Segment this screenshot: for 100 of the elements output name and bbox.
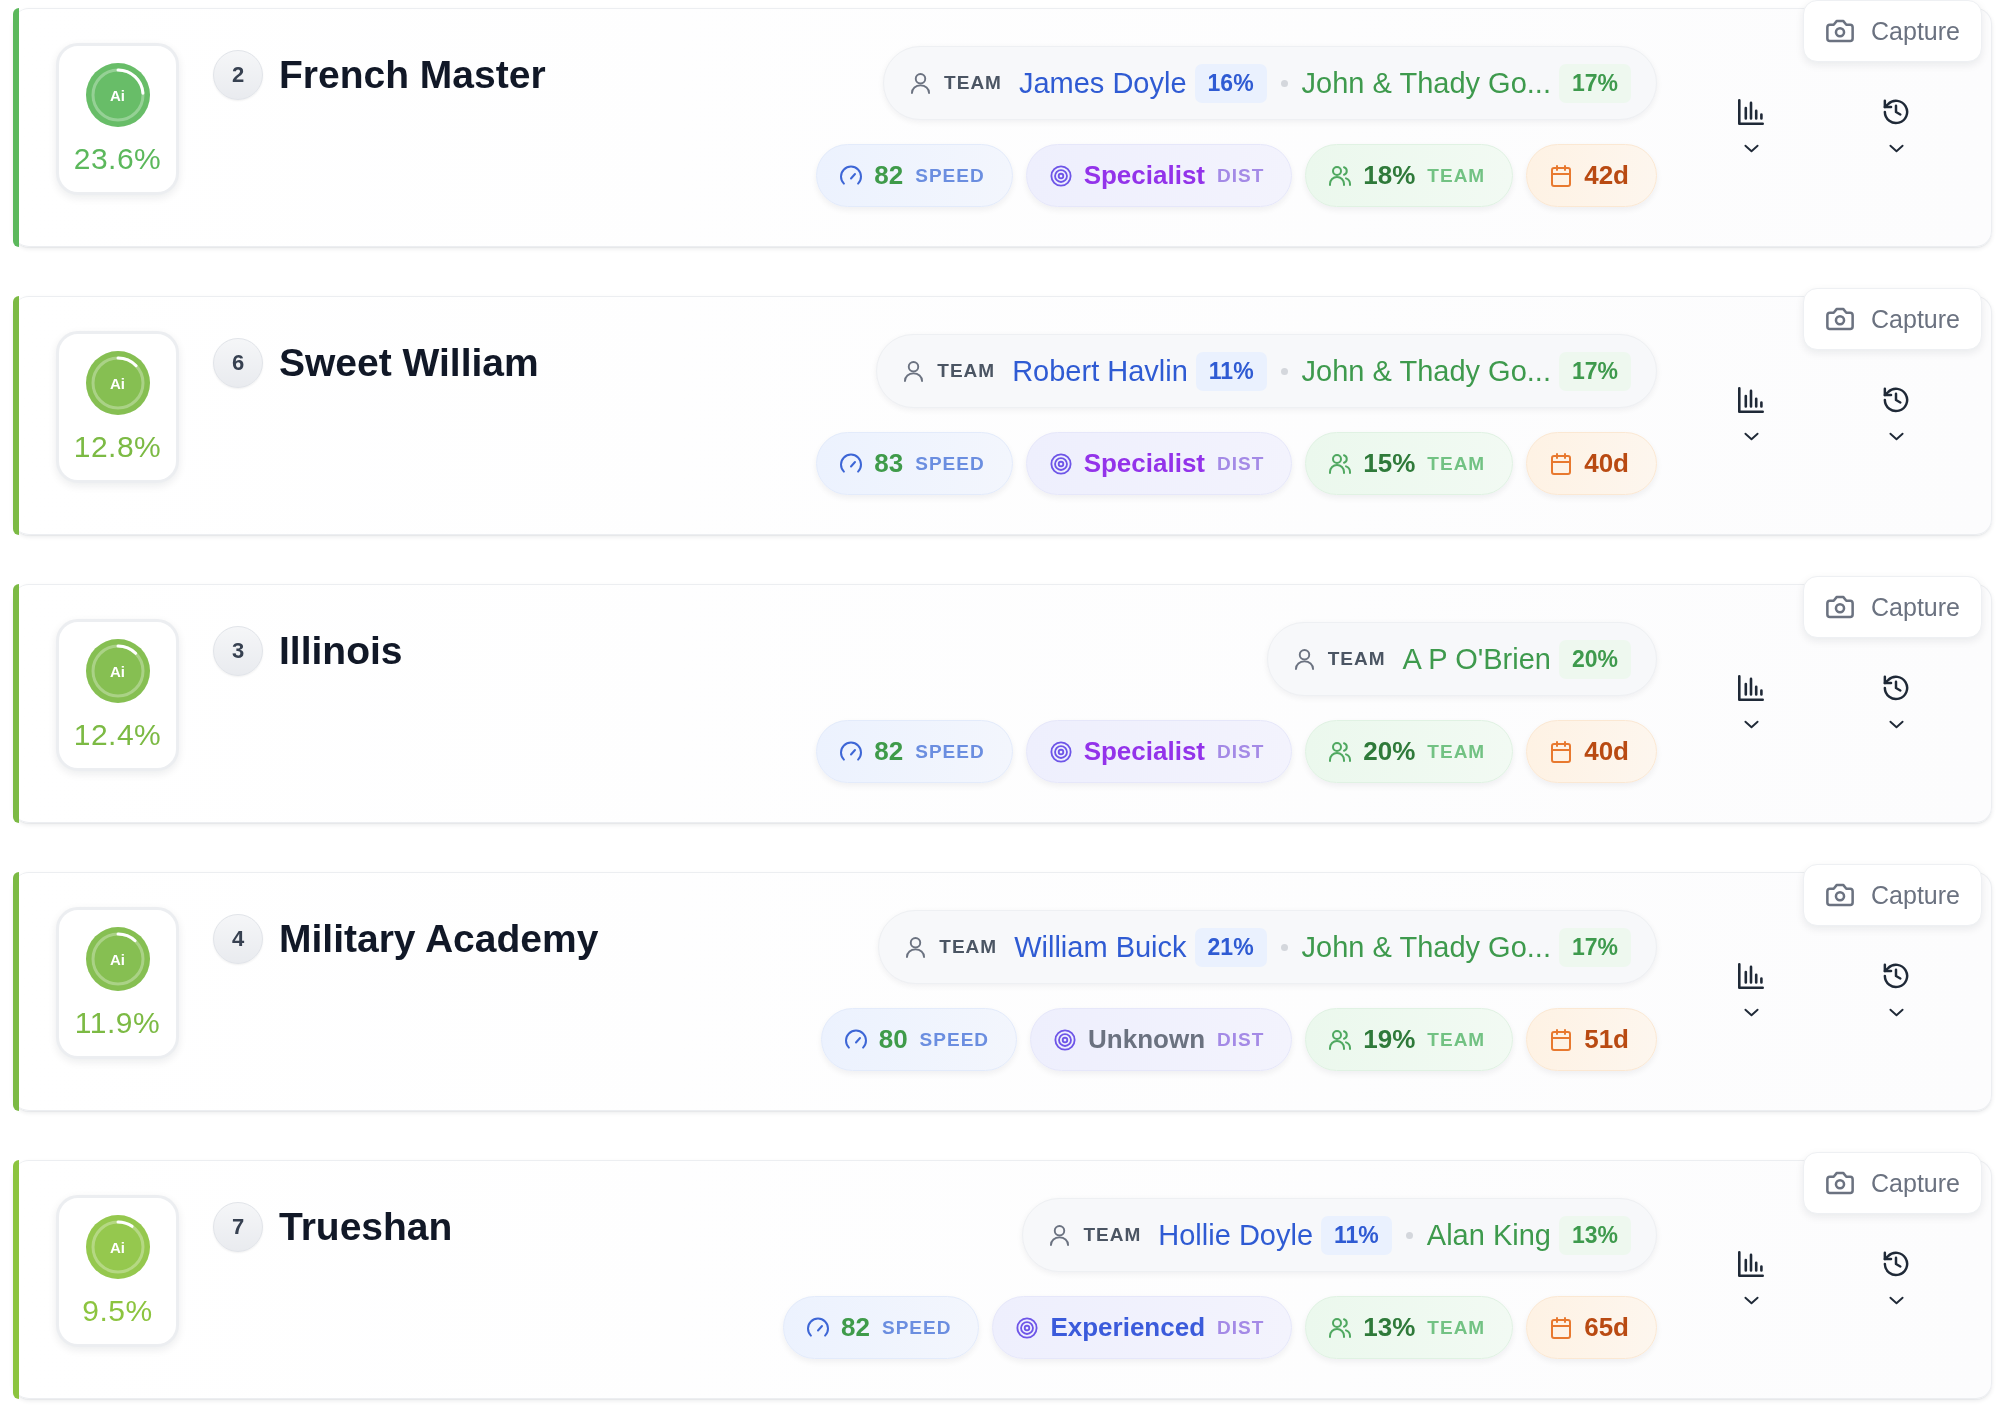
bar-chart-icon	[1738, 1251, 1764, 1277]
target-icon	[1049, 452, 1072, 475]
score-percent: 23.6%	[73, 141, 162, 177]
horse-name: Sweet William	[279, 340, 539, 386]
stat-value: 15%	[1363, 448, 1416, 479]
stat-value: Specialist	[1083, 160, 1206, 191]
score-percent: 12.4%	[73, 717, 162, 753]
horse-name: Military Academy	[279, 916, 599, 962]
camera-icon	[1826, 883, 1855, 907]
percent-badge: 11%	[1195, 351, 1267, 391]
people-icon	[1329, 740, 1352, 763]
stat-value: Experienced	[1050, 1312, 1206, 1343]
percent-badge: 17%	[1558, 351, 1631, 391]
stat-value: Specialist	[1083, 736, 1206, 767]
stat-value: 82	[874, 736, 904, 767]
stat-value: 13%	[1363, 1312, 1416, 1343]
percent-badge: 20%	[1558, 639, 1631, 679]
chevron-down-icon	[1888, 1008, 1904, 1017]
rank-badge: 4	[213, 914, 263, 964]
stat-label: DIST	[1217, 452, 1265, 475]
camera-icon	[1826, 307, 1855, 331]
chevron-down-icon	[1743, 1296, 1759, 1305]
stat-value: 19%	[1363, 1024, 1416, 1055]
camera-icon	[1826, 1171, 1855, 1195]
calendar-icon	[1550, 452, 1573, 475]
stat-label: DIST	[1217, 1028, 1265, 1051]
team-label: TEAM	[937, 360, 996, 382]
stat-label: DIST	[1217, 164, 1265, 187]
score-percent: 12.8%	[73, 429, 162, 465]
rank-badge: 2	[213, 50, 263, 100]
camera-icon	[1826, 595, 1855, 619]
dot-icon	[1280, 367, 1288, 375]
people-icon	[1329, 1028, 1352, 1051]
capture-button[interactable]: Capture	[1803, 0, 1982, 62]
camera-icon	[1826, 19, 1855, 43]
percent-badge: 11%	[1321, 1215, 1392, 1255]
stat-label: TEAM	[1427, 1028, 1486, 1051]
percent-badge: 17%	[1558, 927, 1631, 967]
ai-label: Ai	[110, 375, 125, 391]
person-icon	[906, 936, 926, 958]
stat-value: 18%	[1363, 160, 1416, 191]
calendar-icon	[1550, 740, 1573, 763]
chevron-down-icon	[1743, 720, 1759, 729]
history-icon	[1883, 99, 1909, 125]
dot-icon	[1280, 79, 1288, 87]
person-icon	[911, 72, 931, 94]
percent-badge: 21%	[1194, 927, 1267, 967]
ai-label: Ai	[110, 951, 125, 967]
capture-button[interactable]: Capture	[1803, 864, 1982, 926]
dot-icon	[1405, 1231, 1413, 1239]
gauge-icon	[840, 452, 863, 475]
chevron-down-icon	[1888, 144, 1904, 153]
ai-label: Ai	[110, 87, 125, 103]
stat-label: TEAM	[1427, 740, 1486, 763]
stat-label: TEAM	[1427, 164, 1486, 187]
capture-button[interactable]: Capture	[1803, 576, 1982, 638]
jockey-name: James Doyle	[1018, 66, 1187, 101]
capture-button[interactable]: Capture	[1803, 288, 1982, 350]
person-icon	[1050, 1224, 1070, 1246]
horse-name: Trueshan	[279, 1204, 453, 1250]
ai-label: Ai	[110, 663, 125, 679]
horse-name: Illinois	[279, 628, 403, 674]
percent-badge: 16%	[1194, 63, 1267, 103]
team-label: TEAM	[1327, 648, 1386, 670]
chevron-down-icon	[1743, 1008, 1759, 1017]
people-icon	[1329, 452, 1352, 475]
bar-chart-icon	[1738, 387, 1764, 413]
calendar-icon	[1550, 164, 1573, 187]
dot-icon	[1280, 943, 1288, 951]
chevron-down-icon	[1888, 720, 1904, 729]
percent-badge: 13%	[1558, 1215, 1631, 1255]
stat-label: SPEED	[915, 452, 985, 475]
rank-badge: 3	[213, 626, 263, 676]
trainer-name: John & Thady Go...	[1301, 930, 1551, 965]
score-percent: 11.9%	[74, 1005, 161, 1041]
stat-value: 83	[874, 448, 904, 479]
team-label: TEAM	[939, 936, 998, 958]
stat-label: TEAM	[1427, 1316, 1486, 1339]
target-icon	[1054, 1028, 1077, 1051]
gauge-icon	[807, 1316, 830, 1339]
team-label: TEAM	[1083, 1224, 1142, 1246]
stat-label: SPEED	[915, 740, 985, 763]
stat-label: SPEED	[881, 1316, 952, 1339]
stat-label: SPEED	[915, 164, 985, 187]
jockey-name: Robert Havlin	[1012, 354, 1188, 389]
score-percent: 9.5%	[82, 1293, 153, 1329]
trainer-name: A P O'Brien	[1402, 642, 1551, 677]
jockey-name: William Buick	[1014, 930, 1187, 965]
bar-chart-icon	[1738, 675, 1764, 701]
stat-label: DIST	[1217, 740, 1265, 763]
gauge-icon	[844, 1028, 867, 1051]
rank-badge: 6	[213, 338, 263, 388]
trainer-name: John & Thady Go...	[1301, 66, 1551, 101]
stat-value: 40d	[1584, 448, 1629, 479]
target-icon	[1016, 1316, 1039, 1339]
trainer-name: Alan King	[1426, 1218, 1551, 1253]
capture-button[interactable]: Capture	[1803, 1152, 1982, 1214]
stat-value: 82	[841, 1312, 870, 1343]
team-label: TEAM	[944, 72, 1002, 94]
stat-value: 42d	[1584, 160, 1629, 191]
